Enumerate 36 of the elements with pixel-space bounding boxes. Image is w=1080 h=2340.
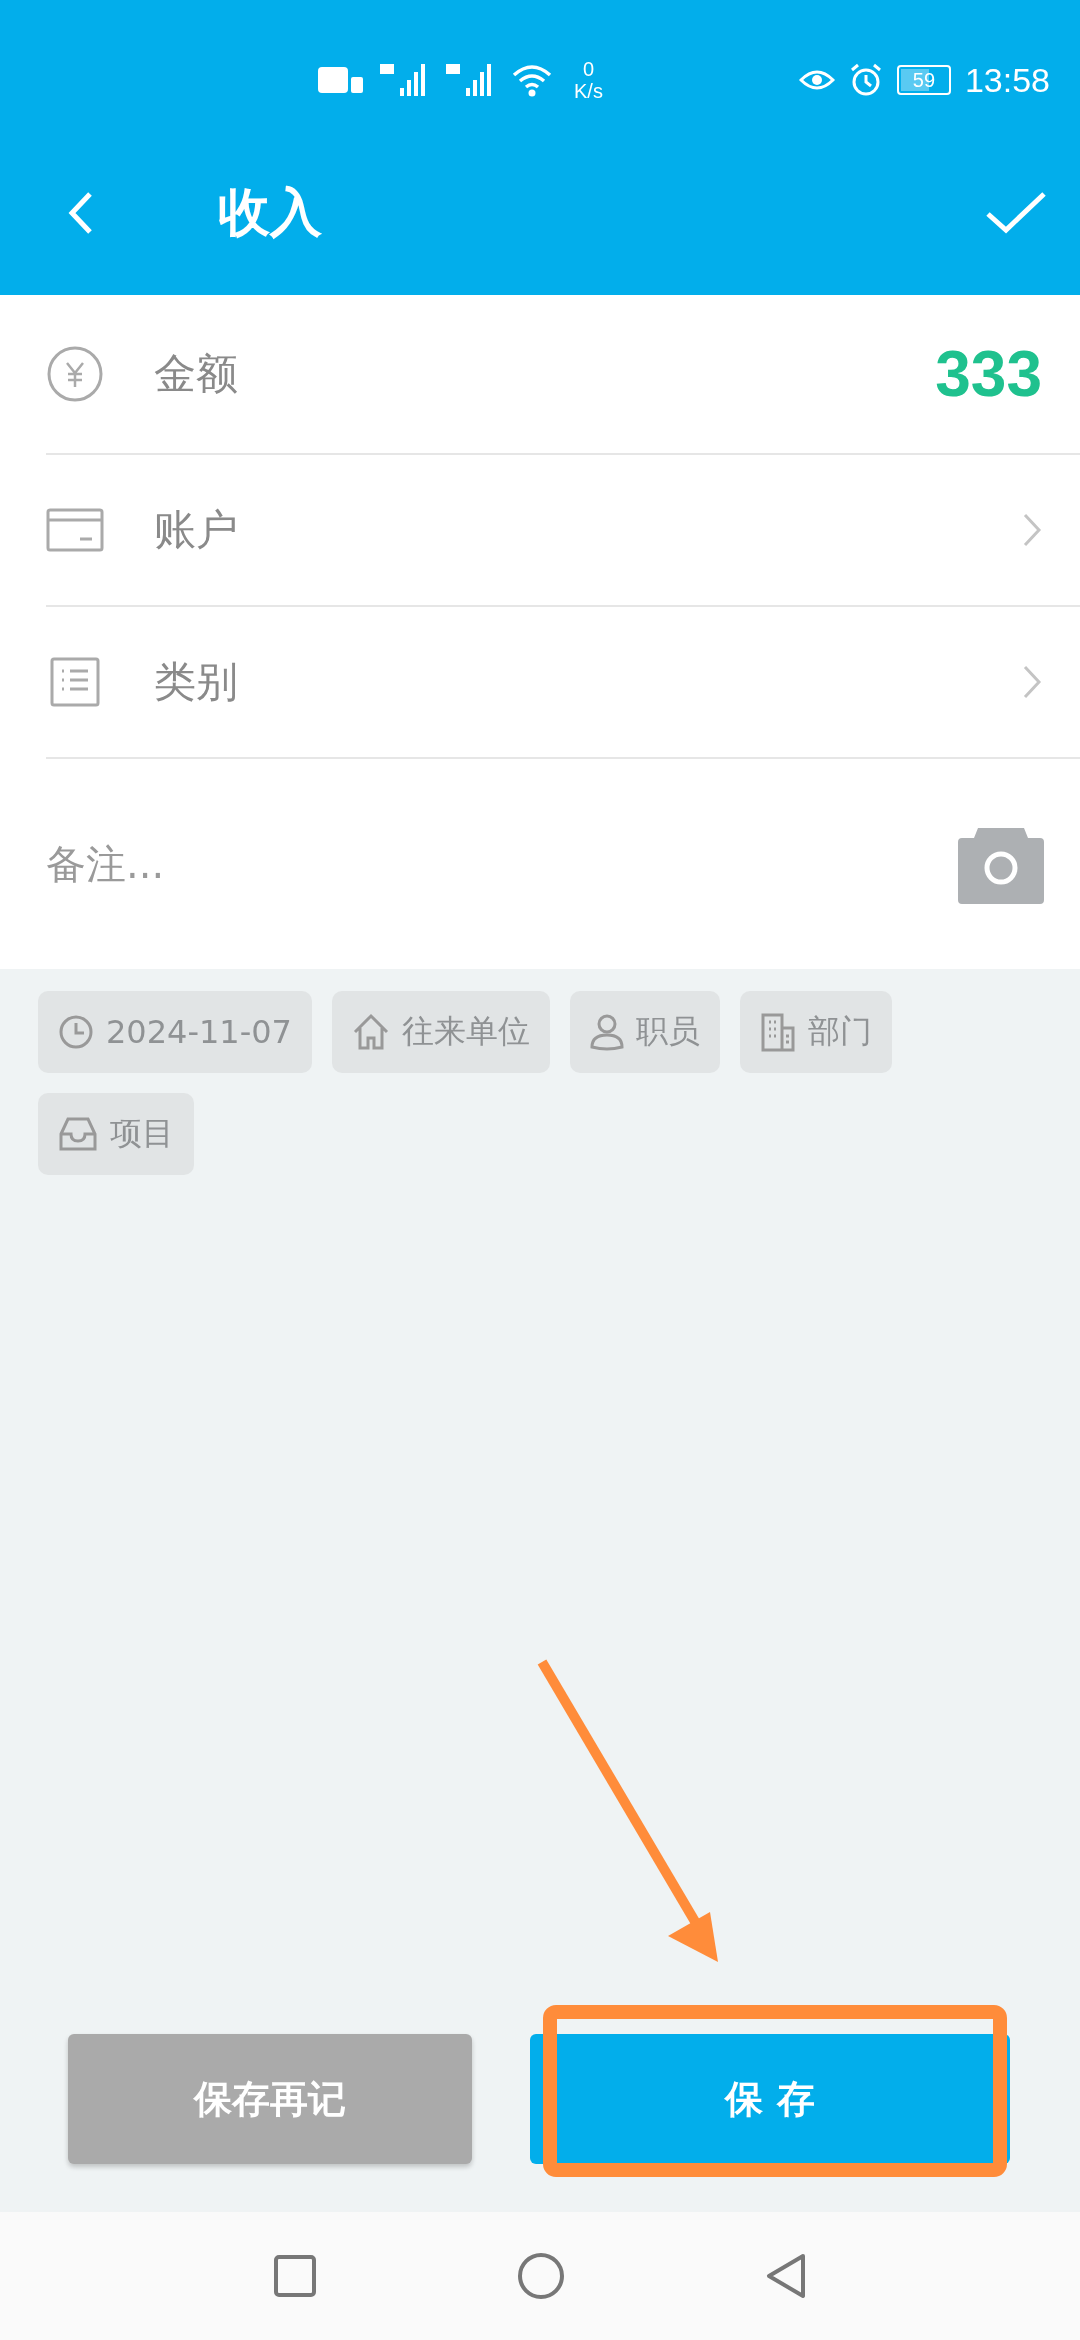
alarm-clock-icon: [848, 63, 883, 97]
save-and-new-button[interactable]: 保存再记: [68, 2034, 472, 2164]
form-row[interactable]: 类别: [46, 607, 1080, 759]
wifi-icon: [512, 63, 552, 97]
row-label: 账户: [154, 504, 238, 556]
network-speed-unit: K/s: [574, 80, 603, 102]
yen-circle-icon: [46, 345, 104, 403]
tag-chip[interactable]: 项目: [38, 1093, 194, 1175]
recent-apps-icon[interactable]: [273, 2254, 317, 2298]
person-icon: [589, 1013, 624, 1051]
chevron-right-icon: [1022, 664, 1042, 700]
home-icon[interactable]: [517, 2252, 565, 2300]
battery-icon: 59: [896, 65, 951, 95]
page-title: 收入: [218, 180, 322, 244]
hd-icon: [318, 65, 366, 95]
tag-chip[interactable]: 部门: [739, 991, 892, 1073]
clock-icon: [58, 1014, 94, 1050]
row-label: 金额: [154, 348, 238, 400]
tag-chip[interactable]: 2024-11-07: [38, 991, 312, 1073]
card-icon: [46, 508, 104, 552]
save-button[interactable]: 保 存: [530, 2034, 1010, 2164]
confirm-check-icon[interactable]: [984, 189, 1048, 236]
clock-time: 13:58: [964, 60, 1050, 100]
tag-chip[interactable]: 职员: [569, 991, 720, 1073]
back-triangle-icon[interactable]: [765, 2252, 807, 2300]
chevron-right-icon: [1022, 512, 1042, 548]
house-icon: [351, 1013, 390, 1051]
note-field[interactable]: 备注...: [46, 834, 958, 894]
form-row[interactable]: 账户: [46, 455, 1080, 607]
amount-value: 333: [935, 337, 1042, 411]
tag-chip[interactable]: 往来单位: [331, 991, 550, 1073]
network-speed-value: 0: [582, 58, 594, 80]
inbox-icon: [58, 1116, 98, 1152]
eye-icon: [798, 68, 835, 92]
row-label: 类别: [154, 656, 238, 708]
building-icon: [759, 1012, 796, 1052]
